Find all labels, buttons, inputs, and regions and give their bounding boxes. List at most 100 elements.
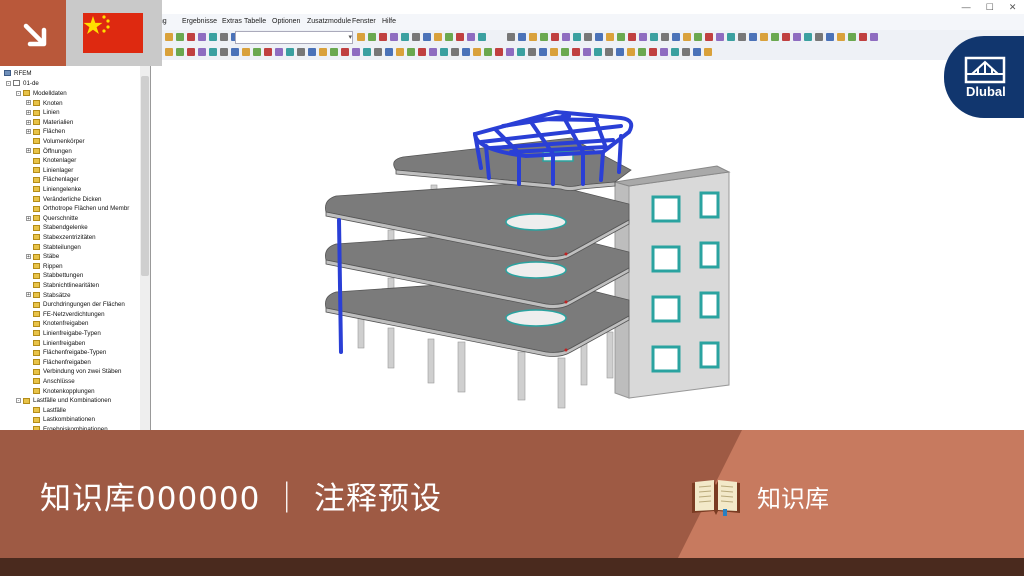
expand-icon[interactable]: + xyxy=(26,148,31,154)
toolbar-button-icon[interactable] xyxy=(562,33,570,41)
toolbar-button-icon[interactable] xyxy=(771,33,779,41)
expand-icon[interactable]: + xyxy=(26,129,31,135)
minimize-button[interactable]: — xyxy=(962,2,971,12)
toolbar-button-icon[interactable] xyxy=(379,33,387,41)
tree-item[interactable]: + Querschnitte xyxy=(26,214,78,223)
tree-item[interactable]: Flächenlager xyxy=(33,175,79,184)
tree-item[interactable]: Veränderliche Dicken xyxy=(33,195,101,204)
toolbar-button-icon[interactable] xyxy=(518,33,526,41)
toolbar-button-icon[interactable] xyxy=(870,33,878,41)
tree-item[interactable]: Volumenkörper xyxy=(33,137,85,146)
toolbar-button-icon[interactable] xyxy=(760,33,768,41)
tree-item[interactable]: Knotenfreigaben xyxy=(33,319,88,328)
tree-item[interactable]: Rippen xyxy=(33,262,63,271)
tree-item[interactable]: - Modelldaten xyxy=(16,89,67,98)
toolbar-button-icon[interactable] xyxy=(385,48,393,56)
toolbar-button-icon[interactable] xyxy=(176,48,184,56)
toolbar-button-icon[interactable] xyxy=(352,48,360,56)
toolbar-button-icon[interactable] xyxy=(693,48,701,56)
toolbar-button-icon[interactable] xyxy=(517,48,525,56)
tree-item[interactable]: Stabbettungen xyxy=(33,271,83,280)
tree-item[interactable]: - Lastfälle und Kombinationen xyxy=(16,396,111,405)
tree-item[interactable]: Linienfreigaben xyxy=(33,339,85,348)
tree-item[interactable]: FE-Netzverdichtungen xyxy=(33,310,105,319)
tree-item[interactable]: Liniengelenke xyxy=(33,185,81,194)
maximize-button[interactable]: ☐ xyxy=(986,2,994,13)
toolbar-button-icon[interactable] xyxy=(683,33,691,41)
toolbar-button-icon[interactable] xyxy=(738,33,746,41)
expand-icon[interactable]: + xyxy=(26,292,31,298)
tree-item[interactable]: Linienlager xyxy=(33,166,73,175)
toolbar-button-icon[interactable] xyxy=(187,48,195,56)
toolbar-button-icon[interactable] xyxy=(368,33,376,41)
toolbar-button-icon[interactable] xyxy=(815,33,823,41)
toolbar-button-icon[interactable] xyxy=(187,33,195,41)
toolbar-button-icon[interactable] xyxy=(396,48,404,56)
toolbar-button-icon[interactable] xyxy=(330,48,338,56)
tree-root[interactable]: RFEM xyxy=(4,69,32,78)
toolbar-button-icon[interactable] xyxy=(462,48,470,56)
toolbar-button-icon[interactable] xyxy=(716,33,724,41)
toolbar-button-icon[interactable] xyxy=(363,48,371,56)
menu-item[interactable]: Hilfe xyxy=(382,18,396,25)
toolbar-button-icon[interactable] xyxy=(573,33,581,41)
toolbar-button-icon[interactable] xyxy=(209,33,217,41)
tree-item[interactable]: Stabendgelenke xyxy=(33,223,88,232)
toolbar-button-icon[interactable] xyxy=(220,48,228,56)
toolbar-button-icon[interactable] xyxy=(341,48,349,56)
toolbar-button-icon[interactable] xyxy=(506,48,514,56)
toolbar-button-icon[interactable] xyxy=(749,33,757,41)
tree-item[interactable]: Lastfälle xyxy=(33,406,66,415)
toolbar-button-icon[interactable] xyxy=(319,48,327,56)
toolbar-button-icon[interactable] xyxy=(782,33,790,41)
tree-item[interactable]: Flächenfreigaben xyxy=(33,358,91,367)
toolbar-button-icon[interactable] xyxy=(308,48,316,56)
toolbar-button-icon[interactable] xyxy=(539,48,547,56)
toolbar-button-icon[interactable] xyxy=(451,48,459,56)
tree-item[interactable]: Lastkombinationen xyxy=(33,415,95,424)
toolbar-button-icon[interactable] xyxy=(595,33,603,41)
tree-item[interactable]: + Öffnungen xyxy=(26,147,72,156)
toolbar-button-icon[interactable] xyxy=(682,48,690,56)
toolbar-button-icon[interactable] xyxy=(605,48,613,56)
toolbar-button-icon[interactable] xyxy=(412,33,420,41)
tree-item[interactable]: Knotenlager xyxy=(33,156,76,165)
collapse-icon[interactable]: - xyxy=(6,80,11,86)
menu-item[interactable]: Fenster xyxy=(352,18,376,25)
toolbar-button-icon[interactable] xyxy=(484,48,492,56)
toolbar-button-icon[interactable] xyxy=(551,33,559,41)
toolbar-button-icon[interactable] xyxy=(357,33,365,41)
toolbar-button-icon[interactable] xyxy=(628,33,636,41)
toolbar-button-icon[interactable] xyxy=(467,33,475,41)
toolbar-button-icon[interactable] xyxy=(550,48,558,56)
toolbar-button-icon[interactable] xyxy=(456,33,464,41)
tree-item[interactable]: Stabexzentrizitäten xyxy=(33,233,96,242)
toolbar-button-icon[interactable] xyxy=(507,33,515,41)
tree-item[interactable]: Stabnichtlinearitäten xyxy=(33,281,99,290)
scrollbar-thumb[interactable] xyxy=(141,76,149,276)
toolbar-button-icon[interactable] xyxy=(848,33,856,41)
toolbar-button-icon[interactable] xyxy=(264,48,272,56)
toolbar-button-icon[interactable] xyxy=(540,33,548,41)
toolbar-button-icon[interactable] xyxy=(661,33,669,41)
toolbar-button-icon[interactable] xyxy=(727,33,735,41)
toolbar-button-icon[interactable] xyxy=(286,48,294,56)
toolbar-button-icon[interactable] xyxy=(837,33,845,41)
toolbar-button-icon[interactable] xyxy=(401,33,409,41)
expand-icon[interactable]: + xyxy=(26,119,31,125)
toolbar-button-icon[interactable] xyxy=(165,48,173,56)
toolbar-button-icon[interactable] xyxy=(165,33,173,41)
toolbar-button-icon[interactable] xyxy=(209,48,217,56)
toolbar-button-icon[interactable] xyxy=(423,33,431,41)
toolbar-button-icon[interactable] xyxy=(440,48,448,56)
tree-item[interactable]: + Knoten xyxy=(26,99,63,108)
tree-item[interactable]: + Materialien xyxy=(26,118,73,127)
toolbar-button-icon[interactable] xyxy=(606,33,614,41)
tree-item[interactable]: + Flächen xyxy=(26,127,65,136)
toolbar-button-icon[interactable] xyxy=(572,48,580,56)
toolbar-button-icon[interactable] xyxy=(561,48,569,56)
tree-item[interactable]: Flächenfreigabe-Typen xyxy=(33,348,106,357)
tree-item[interactable]: Linienfreigabe-Typen xyxy=(33,329,101,338)
collapse-icon[interactable]: - xyxy=(16,398,21,404)
model-viewport[interactable] xyxy=(151,60,1024,430)
